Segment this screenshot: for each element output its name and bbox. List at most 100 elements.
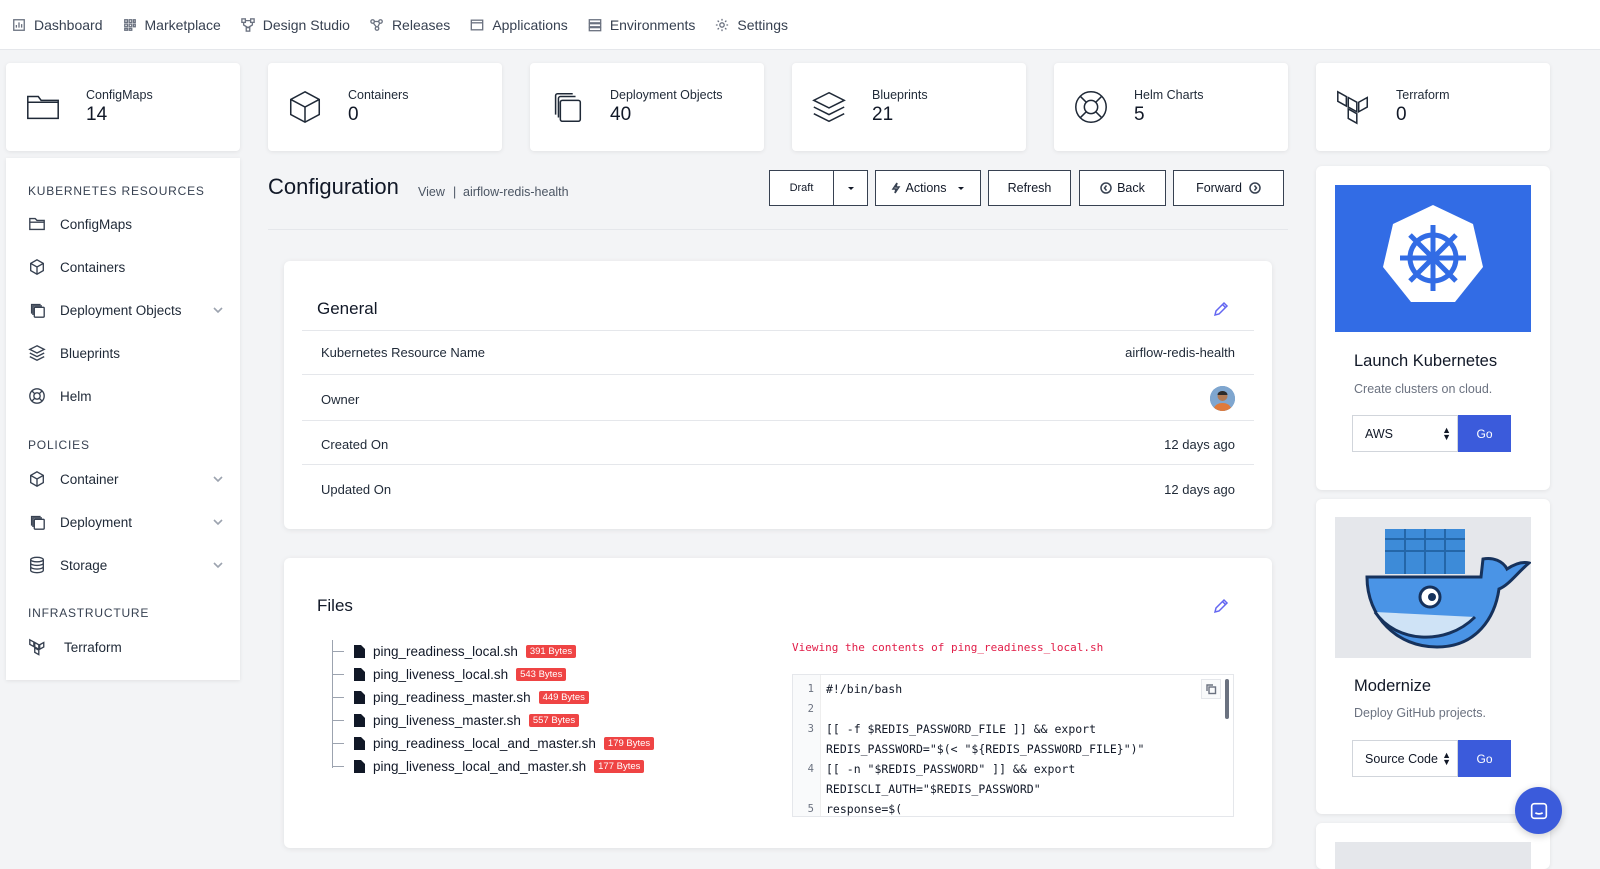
general-title: General: [317, 299, 378, 318]
card-description: Deploy GitHub projects.: [1354, 706, 1487, 720]
file-size-badge: 449 Bytes: [538, 690, 589, 704]
next-card: [1316, 823, 1550, 869]
server-icon: [588, 18, 602, 31]
sidebar-item-blueprints[interactable]: Blueprints: [28, 341, 224, 365]
stat-card-helm-charts[interactable]: Helm Charts 5: [1054, 63, 1288, 151]
forward-button[interactable]: Forward: [1173, 170, 1284, 206]
nav-settings[interactable]: Settings: [715, 17, 788, 33]
docker-logo: [1335, 517, 1533, 658]
info-value: 12 days ago: [1164, 482, 1235, 497]
line-gutter: 1 2 3 4 5: [793, 675, 821, 816]
file-icon: [354, 667, 365, 681]
card-description: Create clusters on cloud.: [1354, 382, 1493, 396]
general-panel: General Kubernetes Resource Name airflow…: [284, 261, 1272, 529]
info-key: Updated On: [321, 482, 392, 497]
file-item[interactable]: ping_readiness_local_and_master.sh 179 By…: [332, 733, 655, 753]
draft-dropdown-toggle[interactable]: [833, 170, 868, 206]
kubernetes-logo: [1335, 185, 1531, 332]
kubernetes-wheel-icon: [1383, 205, 1483, 302]
file-item[interactable]: ping_readiness_master.sh 449 Bytes: [332, 687, 589, 707]
sidebar-item-storage[interactable]: Storage: [28, 553, 224, 577]
stat-card-containers[interactable]: Containers 0: [268, 63, 502, 151]
code-line: [[ -n "$REDIS_PASSWORD" ]] && export: [826, 762, 1076, 776]
pencil-icon[interactable]: [1212, 597, 1230, 615]
file-item[interactable]: ping_liveness_local_and_master.sh 177 Byt…: [332, 756, 645, 776]
terraform-icon: [29, 638, 45, 656]
draft-button[interactable]: Draft: [769, 170, 834, 206]
stat-label: Helm Charts: [1134, 88, 1204, 102]
cube-icon: [30, 471, 44, 487]
sidebar-item-configmaps[interactable]: ConfigMaps: [28, 212, 224, 236]
grid-icon: [123, 18, 136, 31]
sidebar-item-deployment-objects[interactable]: Deployment Objects: [28, 298, 224, 322]
code-viewer[interactable]: 1 2 3 4 5 #!/bin/bash [[ -f $REDIS_PASSW…: [792, 674, 1234, 817]
stat-value: 0: [348, 104, 359, 125]
folder-icon: [29, 217, 45, 231]
nav-environments[interactable]: Environments: [588, 17, 695, 33]
file-item[interactable]: ping_liveness_local.sh 543 Bytes: [332, 664, 567, 684]
info-row: Created On 12 days ago: [302, 420, 1254, 464]
sidebar-item-terraform[interactable]: Terraform: [28, 635, 224, 659]
file-item[interactable]: ping_liveness_master.sh 557 Bytes: [332, 710, 580, 730]
back-button[interactable]: Back: [1079, 170, 1166, 206]
nav-dashboard[interactable]: Dashboard: [12, 17, 103, 33]
file-item[interactable]: ping_readiness_local.sh 391 Bytes: [332, 641, 577, 661]
select-arrows-icon: ▲ ▼: [1442, 424, 1451, 442]
lifebuoy-icon: [1075, 91, 1107, 123]
chevron-down-icon[interactable]: [212, 304, 224, 316]
copy-button[interactable]: [1201, 679, 1221, 699]
line-number: 2: [807, 703, 814, 715]
code-scrollbar[interactable]: [1225, 679, 1229, 719]
stat-card-terraform[interactable]: Terraform 0: [1316, 63, 1550, 151]
cloud-select[interactable]: AWS ▲ ▼: [1352, 415, 1458, 452]
stat-label: Terraform: [1396, 88, 1450, 102]
go-button[interactable]: Go: [1458, 740, 1511, 777]
caret-down-icon: [957, 187, 964, 190]
pencil-icon[interactable]: [1212, 300, 1230, 318]
copy-icon: [554, 92, 582, 123]
page-title: Configuration: [268, 174, 399, 199]
actions-button[interactable]: Actions: [875, 170, 981, 206]
nav-applications[interactable]: Applications: [470, 17, 568, 33]
code-line: REDISCLI_AUTH="$REDIS_PASSWORD": [826, 782, 1041, 796]
sidebar-item-deployment-policy[interactable]: Deployment: [28, 510, 224, 534]
stat-value: 21: [872, 104, 894, 125]
card-image: [1335, 842, 1531, 869]
cube-icon: [30, 259, 44, 275]
modernize-card: Modernize Deploy GitHub projects. Source…: [1316, 499, 1550, 814]
go-button[interactable]: Go: [1458, 415, 1511, 452]
nav-design-studio[interactable]: Design Studio: [240, 17, 350, 33]
header-divider: [268, 229, 1288, 230]
stat-card-deployment-objects[interactable]: Deployment Objects 40: [530, 63, 764, 151]
file-size-badge: 557 Bytes: [528, 713, 580, 727]
chevron-down-icon[interactable]: [212, 516, 224, 528]
stat-card-configmaps[interactable]: ConfigMaps 14: [6, 63, 240, 151]
sidebar-item-containers[interactable]: Containers: [28, 255, 224, 279]
info-key: Created On: [321, 437, 389, 452]
nav-marketplace[interactable]: Marketplace: [123, 17, 221, 33]
info-key: Owner: [321, 392, 360, 407]
refresh-button[interactable]: Refresh: [988, 170, 1071, 206]
file-icon: [354, 759, 365, 773]
cube-icon: [289, 90, 321, 124]
sidebar-item-container-policy[interactable]: Container: [28, 467, 224, 491]
chat-button[interactable]: [1515, 787, 1562, 834]
nav-releases[interactable]: Releases: [370, 17, 450, 33]
chevron-down-icon[interactable]: [212, 559, 224, 571]
resource-name-breadcrumb: airflow-redis-health: [463, 185, 569, 199]
owner-avatar[interactable]: [1210, 386, 1235, 411]
file-icon: [354, 690, 365, 704]
card-title: Launch Kubernetes: [1354, 352, 1498, 370]
stat-label: Deployment Objects: [610, 88, 723, 102]
chevron-down-icon[interactable]: [212, 473, 224, 485]
line-number: 3: [807, 723, 814, 735]
stat-card-blueprints[interactable]: Blueprints 21: [792, 63, 1026, 151]
sidebar-section-title: KUBERNETES RESOURCES: [28, 184, 205, 198]
sidebar-item-helm[interactable]: Helm: [28, 384, 224, 408]
file-icon: [354, 713, 365, 727]
view-label: View: [418, 185, 445, 199]
info-row: Kubernetes Resource Name airflow-redis-h…: [302, 330, 1254, 374]
sidebar-section-title: INFRASTRUCTURE: [28, 606, 150, 620]
source-select[interactable]: Source Code ▲ ▼: [1352, 740, 1458, 777]
file-size-badge: 177 Bytes: [594, 759, 645, 773]
